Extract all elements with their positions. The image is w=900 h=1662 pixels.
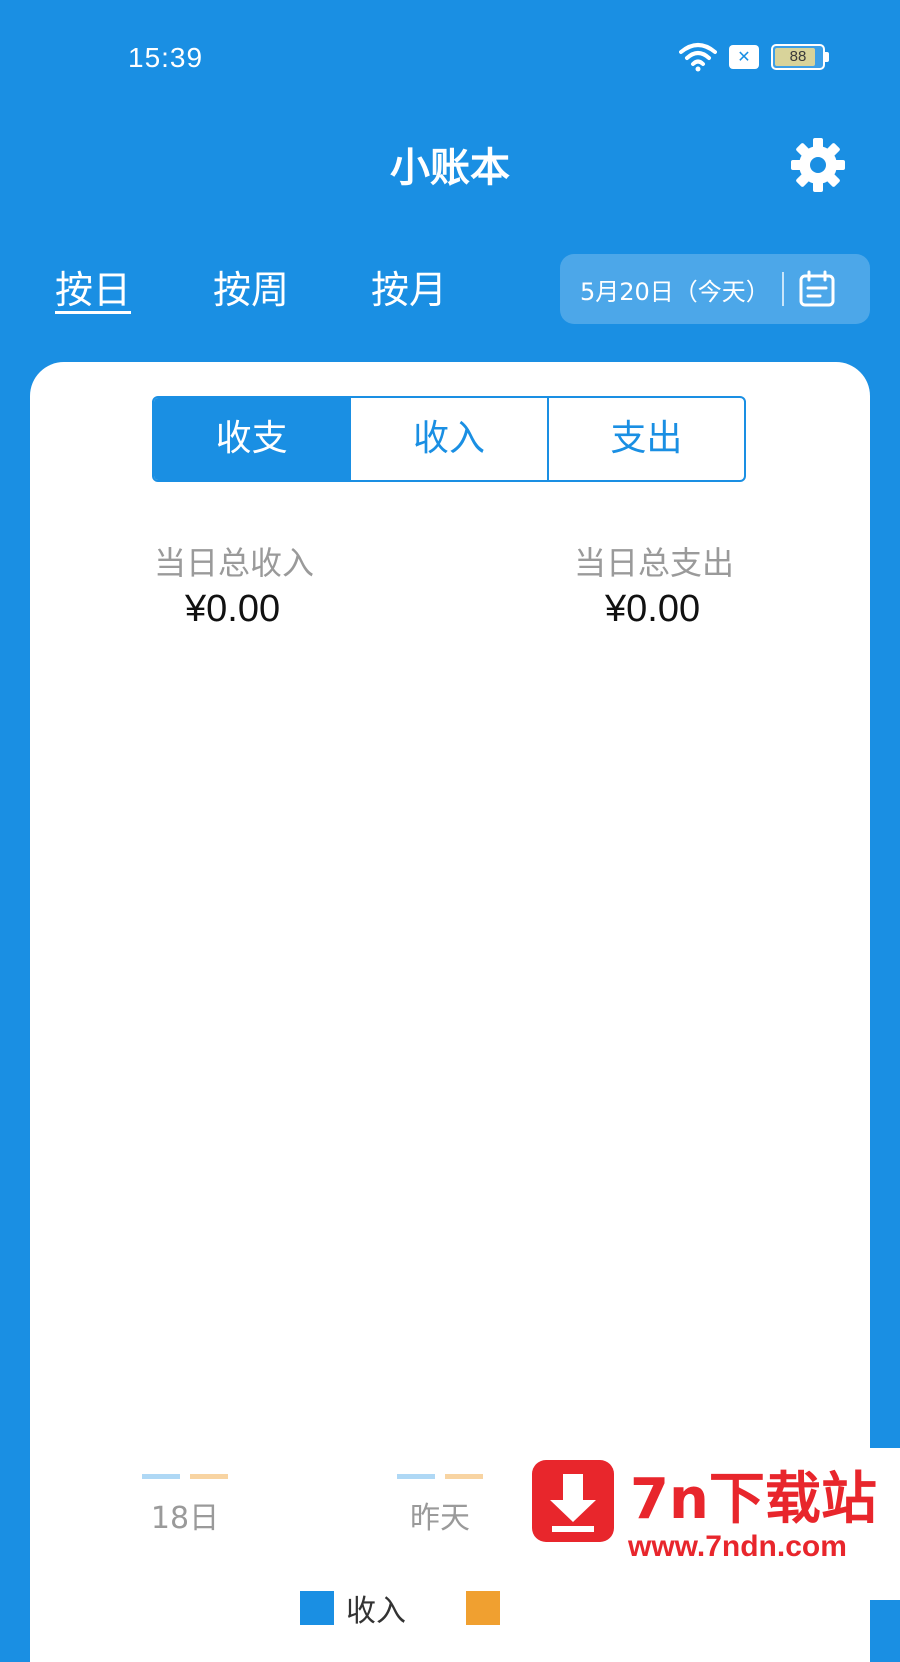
date-picker[interactable]: 5月20日（今天） — [560, 254, 870, 324]
tick-marks — [125, 1474, 245, 1479]
x-tick-label: 18日 — [150, 1501, 220, 1536]
download-arrow-svg — [550, 1474, 596, 1532]
expense-bar-marker — [445, 1474, 483, 1479]
income-bar-marker — [142, 1474, 180, 1479]
watermark-url: www.7ndn.com — [628, 1530, 847, 1563]
income-bar-marker — [397, 1474, 435, 1479]
wifi-icon — [679, 43, 717, 72]
period-tabs: 按日 按周 按月 — [55, 265, 529, 315]
calendar-icon — [799, 270, 835, 307]
chart-x-tick: 昨天 — [380, 1474, 500, 1537]
legend-income-label: 收入 — [346, 1594, 406, 1629]
status-bar: 15:39 ✕ 88 — [0, 0, 900, 120]
segment-expense[interactable]: 支出 — [546, 398, 744, 480]
daily-income-label: 当日总收入 — [154, 544, 315, 582]
tick-marks — [380, 1474, 500, 1479]
battery-level: 88 — [789, 48, 807, 65]
status-icons: ✕ 88 — [679, 42, 829, 72]
battery-cap — [825, 52, 829, 62]
status-time: 15:39 — [128, 42, 204, 73]
download-arrow-icon — [532, 1460, 614, 1542]
chart-x-tick: 18日 — [125, 1474, 245, 1537]
segment-income[interactable]: 收入 — [349, 398, 546, 480]
legend-income-swatch — [300, 1591, 334, 1625]
tab-by-month[interactable]: 按月 — [371, 265, 447, 315]
sim-error-icon: ✕ — [729, 45, 759, 69]
chart-legend: 收入 — [300, 1586, 500, 1630]
gear-icon — [791, 138, 845, 192]
battery-icon: 88 — [771, 44, 829, 70]
tab-by-day[interactable]: 按日 — [55, 265, 131, 315]
watermark: 7n下载站 www.7ndn.com — [510, 1448, 900, 1600]
daily-income-value: ¥0.00 — [185, 588, 281, 630]
app-title: 小账本 — [390, 145, 510, 191]
watermark-title: 7n下载站 — [630, 1467, 877, 1532]
legend-expense-swatch — [466, 1591, 500, 1625]
date-label: 5月20日（今天） — [580, 277, 770, 306]
settings-button[interactable] — [788, 135, 848, 195]
daily-expense-label: 当日总支出 — [574, 544, 735, 582]
date-divider — [781, 272, 784, 306]
x-tick-label: 昨天 — [410, 1501, 470, 1536]
tab-by-week[interactable]: 按周 — [213, 265, 289, 315]
segment-all[interactable]: 收支 — [154, 398, 350, 480]
type-segmented-control: 收支 收入 支出 — [152, 396, 746, 482]
expense-bar-marker — [190, 1474, 228, 1479]
daily-expense-value: ¥0.00 — [605, 588, 701, 630]
